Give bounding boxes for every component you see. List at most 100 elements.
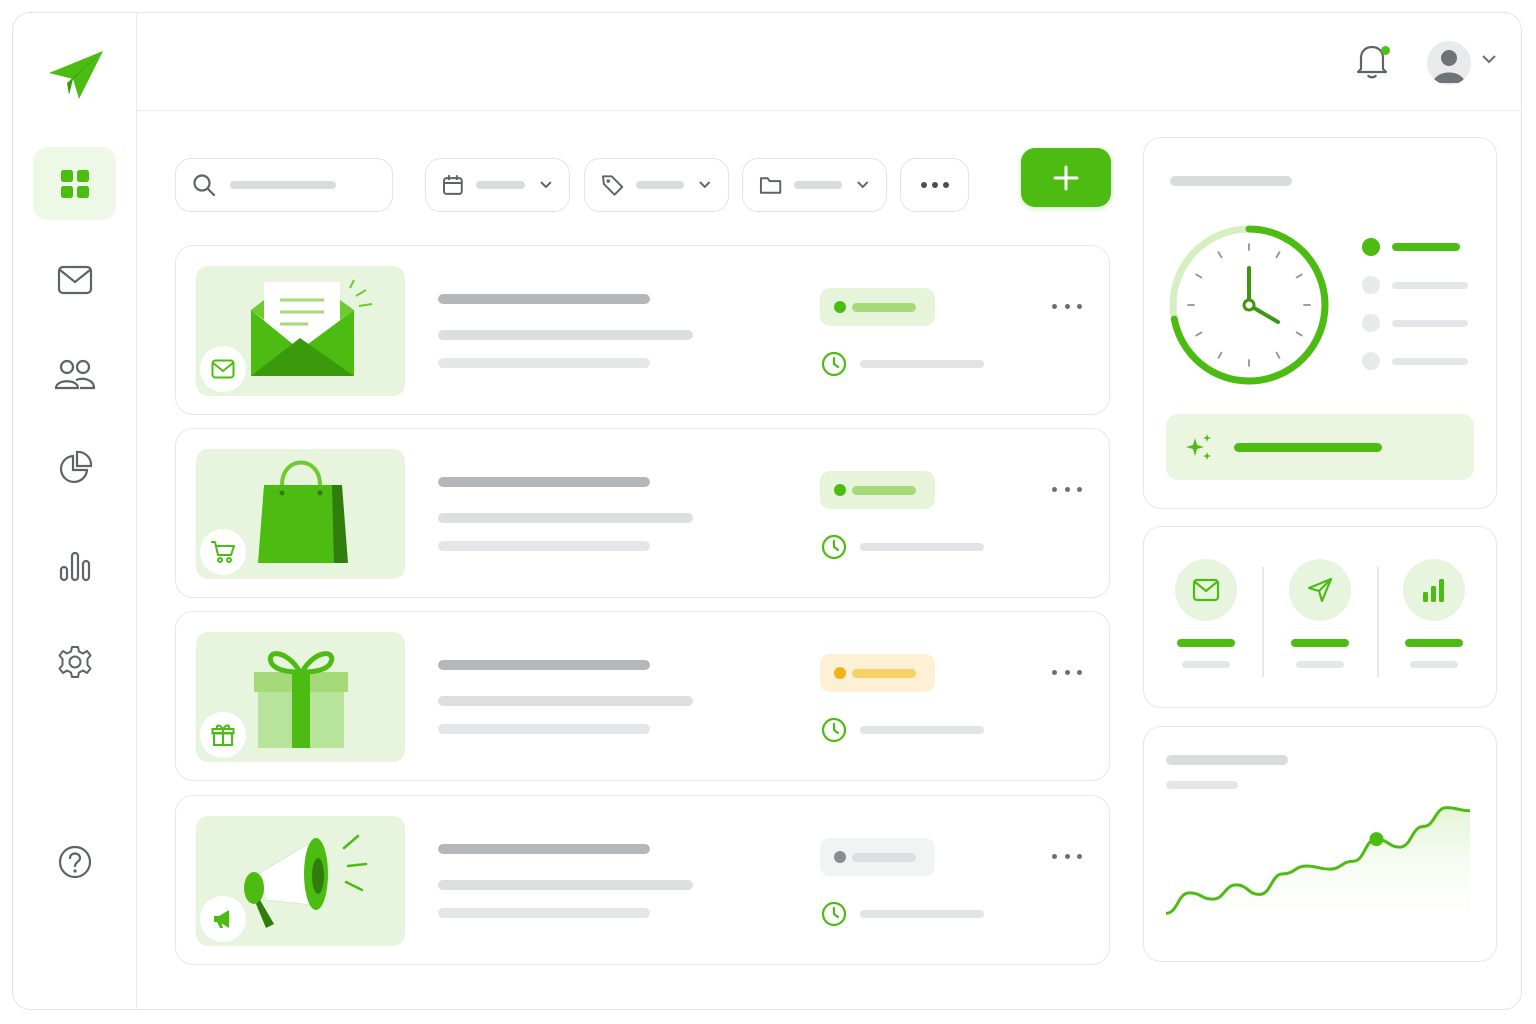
legend-item — [1362, 314, 1468, 332]
campaign-title — [438, 660, 650, 670]
paper-plane-logo[interactable] — [45, 47, 107, 103]
chevron-down-icon[interactable] — [1481, 53, 1497, 65]
trend-highlight-point[interactable] — [1369, 832, 1384, 847]
campaign-card-email[interactable] — [175, 245, 1110, 415]
nav-users[interactable] — [33, 337, 116, 410]
notifications-button[interactable] — [1355, 43, 1395, 83]
settings-gear-icon — [58, 645, 91, 678]
user-avatar[interactable] — [1427, 41, 1471, 85]
ai-suggest-button[interactable] — [1166, 414, 1474, 480]
chevron-down-icon — [857, 181, 869, 189]
campaign-thumbnail — [196, 449, 405, 579]
campaign-meta — [438, 541, 650, 551]
campaign-subtitle — [438, 696, 693, 706]
campaign-card-promo[interactable] — [175, 795, 1110, 965]
sparkle-icon — [1186, 434, 1211, 460]
status-label — [852, 485, 916, 495]
legend-item — [1362, 238, 1460, 256]
schedule-time-label — [860, 543, 984, 551]
mail-icon — [211, 359, 235, 379]
folder-filter[interactable] — [742, 158, 887, 212]
mail-icon — [1192, 578, 1220, 602]
campaign-thumbnail — [196, 816, 405, 946]
clock-icon — [821, 351, 847, 377]
campaign-type-badge — [200, 346, 246, 392]
bar-chart-icon — [59, 551, 90, 581]
nav-settings[interactable] — [33, 625, 116, 698]
date-filter[interactable] — [425, 158, 570, 212]
folder-filter-label — [794, 181, 843, 189]
campaign-meta — [438, 908, 650, 918]
card-more-button[interactable] — [1052, 662, 1082, 682]
user-avatar-icon — [1433, 50, 1465, 83]
status-label — [852, 852, 916, 862]
app-window — [12, 12, 1522, 1010]
plus-icon — [1053, 165, 1079, 190]
stat-value — [1405, 639, 1463, 647]
chevron-down-icon — [540, 181, 552, 189]
campaign-type-badge — [200, 529, 246, 575]
mail-icon — [57, 265, 92, 294]
tag-filter-label — [636, 181, 685, 189]
campaign-card-shop[interactable] — [175, 428, 1110, 598]
legend-label — [1392, 281, 1468, 289]
bar-chart-icon — [1423, 579, 1444, 602]
status-dot — [834, 851, 846, 863]
more-horizontal-icon — [920, 182, 949, 188]
cart-icon — [211, 541, 235, 563]
legend-dot — [1362, 352, 1380, 370]
campaign-title — [438, 844, 650, 854]
schedule-time-label — [860, 910, 984, 918]
campaign-subtitle — [438, 880, 693, 890]
nav-reports[interactable] — [33, 431, 116, 504]
stat-emails — [1156, 559, 1256, 668]
campaign-card-gift[interactable] — [175, 611, 1110, 781]
legend-item — [1362, 276, 1468, 294]
status-dot — [834, 667, 846, 679]
stat-label — [1410, 661, 1458, 668]
help-circle-icon — [58, 845, 91, 878]
nav-dashboard[interactable] — [33, 147, 116, 220]
campaign-title — [438, 294, 650, 304]
gift-icon — [211, 724, 235, 746]
legend-dot — [1362, 314, 1380, 332]
card-more-button[interactable] — [1052, 296, 1082, 316]
nav-analytics[interactable] — [33, 529, 116, 602]
nav-help[interactable] — [33, 825, 116, 898]
send-icon — [1307, 577, 1333, 603]
card-more-button[interactable] — [1052, 479, 1082, 499]
search-input[interactable] — [175, 158, 393, 212]
more-filters-button[interactable] — [900, 158, 969, 212]
search-icon — [193, 174, 216, 197]
dashboard-grid-icon — [60, 169, 89, 198]
status-badge — [820, 288, 935, 326]
date-filter-label — [475, 181, 526, 189]
tag-icon — [601, 175, 624, 196]
card-more-button[interactable] — [1052, 846, 1082, 866]
search-placeholder — [230, 181, 336, 189]
schedule-time-label — [860, 726, 984, 734]
tag-filter[interactable] — [584, 158, 729, 212]
campaign-thumbnail — [196, 632, 405, 762]
stat-performance — [1384, 559, 1484, 668]
campaign-subtitle — [438, 513, 693, 523]
legend-label — [1392, 319, 1468, 327]
pie-chart-icon — [59, 450, 92, 483]
stat-icon-wrap — [1289, 559, 1351, 621]
add-campaign-button[interactable] — [1021, 148, 1111, 207]
legend-dot — [1362, 238, 1380, 256]
schedule-time — [820, 900, 984, 928]
trend-line-chart — [1165, 806, 1471, 937]
sidebar — [13, 13, 137, 1009]
legend-dot — [1362, 276, 1380, 294]
trend-panel — [1143, 726, 1497, 962]
stat-sent — [1270, 559, 1370, 668]
users-icon — [54, 359, 95, 389]
megaphone-icon — [214, 910, 229, 928]
campaign-title — [438, 477, 650, 487]
panel-title — [1166, 755, 1288, 765]
status-label — [852, 302, 916, 312]
nav-mail[interactable] — [33, 243, 116, 316]
schedule-time — [820, 533, 984, 561]
status-badge — [820, 471, 935, 509]
